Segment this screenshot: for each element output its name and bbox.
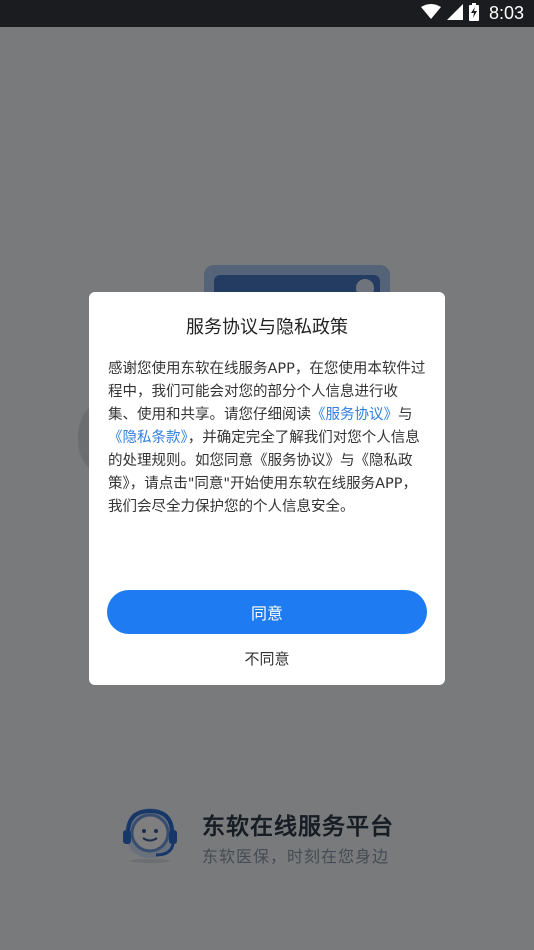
privacy-terms-link[interactable]: 《隐私条款》: [108, 430, 188, 446]
privacy-consent-dialog: 服务协议与隐私政策 感谢您使用东软在线服务APP，在您使用本软件过程中，我们可能…: [89, 292, 445, 685]
battery-charging-icon: [468, 2, 479, 25]
service-agreement-link[interactable]: 《服务协议》: [311, 407, 398, 423]
app-screen: 8:03 东软在线服务平台 东软医保，时刻在您身边: [0, 0, 534, 950]
wifi-icon: [420, 3, 441, 24]
disagree-button[interactable]: 不同意: [207, 645, 327, 671]
agree-button[interactable]: 同意: [107, 590, 427, 634]
dialog-title: 服务协议与隐私政策: [186, 317, 348, 338]
status-icons: 8:03: [420, 0, 524, 27]
status-time: 8:03: [488, 3, 524, 23]
status-bar: 8:03: [0, 0, 534, 27]
body-text-part2: 与: [398, 407, 413, 423]
dialog-body: 感谢您使用东软在线服务APP，在您使用本软件过程中，我们可能会对您的部分个人信息…: [108, 358, 426, 519]
cellular-signal-icon: [446, 3, 463, 24]
